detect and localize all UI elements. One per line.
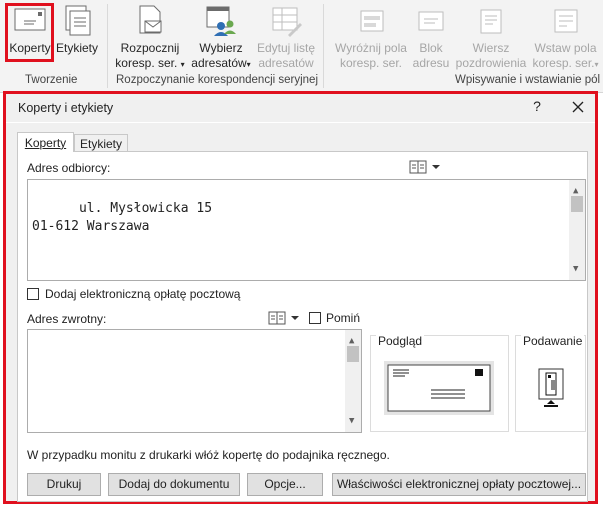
- insert-field-label-2: koresp. ser.: [532, 56, 595, 70]
- epostage-checkbox-label: Dodaj elektroniczną opłatę pocztową: [45, 287, 241, 301]
- options-button-label: Opcje...: [264, 477, 306, 491]
- group-separator: [323, 4, 324, 88]
- scrollbar-thumb[interactable]: [571, 196, 583, 212]
- add-to-document-label: Dodaj do dokumentu: [118, 477, 230, 491]
- address-block-label-2: adresu: [412, 56, 450, 70]
- group-label-insert-fields: Wpisywanie i wstawianie pól: [455, 74, 601, 86]
- select-recipients-button[interactable]: Wybierz adresatów▾: [189, 3, 253, 71]
- labels-ribbon-label: Etykiety: [55, 41, 98, 55]
- print-button[interactable]: Drukuj: [27, 473, 101, 496]
- print-button-label: Drukuj: [46, 477, 82, 491]
- select-recipients-label-2: adresatów: [191, 56, 247, 70]
- envelope-preview-icon: [384, 361, 494, 415]
- greeting-line-label-2: pozdrowienia: [455, 56, 527, 70]
- envelopes-panel: Adres odbiorcy: ul. Mysłowicka 15 01-612…: [17, 151, 588, 502]
- start-mail-merge-button[interactable]: Rozpocznij koresp. ser. ▾: [112, 3, 188, 71]
- edit-recipient-list-button[interactable]: Edytuj listę adresatów: [254, 3, 318, 71]
- dropdown-arrow-icon: ▾: [246, 60, 251, 69]
- delivery-address-scrollbar[interactable]: ▲ ▼: [569, 180, 585, 280]
- select-recipients-label-1: Wybierz: [199, 41, 243, 55]
- greeting-line-button[interactable]: Wiersz pozdrowienia: [452, 3, 530, 71]
- start-mail-merge-label-2: koresp. ser.: [115, 56, 178, 70]
- scrollbar-thumb[interactable]: [347, 346, 359, 362]
- preview-label: Podgląd: [376, 334, 425, 348]
- options-button[interactable]: Opcje...: [247, 473, 323, 496]
- feed-group[interactable]: Podawanie: [515, 334, 586, 432]
- return-address-input[interactable]: ▲ ▼: [27, 329, 362, 433]
- delivery-address-label: Adres odbiorcy:: [27, 161, 111, 175]
- dropdown-arrow-icon: ▾: [594, 60, 599, 69]
- edit-list-label-1: Edytuj listę: [256, 41, 316, 55]
- address-book-icon: [409, 160, 440, 174]
- address-block-icon: [418, 11, 444, 31]
- group-label-create: Tworzenie: [25, 74, 78, 86]
- add-to-document-button[interactable]: Dodaj do dokumentu: [108, 473, 240, 496]
- return-address-book-button[interactable]: [268, 310, 302, 326]
- dropdown-arrow-icon: ▾: [180, 60, 185, 69]
- greeting-line-icon: [480, 9, 502, 34]
- delivery-address-input[interactable]: ul. Mysłowicka 15 01-612 Warszawa ▲ ▼: [27, 179, 586, 281]
- scroll-down-icon: ▼: [349, 416, 355, 426]
- preview-group[interactable]: Podgląd: [370, 334, 509, 432]
- envelopes-highlight: [5, 3, 54, 62]
- address-book-button[interactable]: [409, 159, 443, 175]
- feed-label: Podawanie: [521, 334, 585, 348]
- omit-checkbox-label: Pomiń: [326, 311, 361, 325]
- scroll-down-icon: ▼: [573, 264, 579, 274]
- title-divider: [6, 122, 595, 123]
- envelopes-labels-dialog: Koperty i etykiety ? Koperty Etykiety Ad…: [3, 91, 598, 504]
- epostage-checkbox[interactable]: [27, 288, 39, 300]
- insert-field-icon: [554, 9, 578, 33]
- greeting-line-label-1: Wiersz: [472, 41, 510, 55]
- envelope-feed-icon: [538, 368, 564, 407]
- tab-envelopes-label: Koperty: [24, 136, 67, 150]
- omit-checkbox[interactable]: [309, 312, 321, 324]
- highlight-fields-icon: [360, 10, 384, 32]
- delivery-address-text: ul. Mysłowicka 15 01-612 Warszawa: [32, 201, 213, 234]
- group-separator: [107, 4, 108, 88]
- select-recipients-icon: [206, 6, 236, 36]
- labels-ribbon-button[interactable]: Etykiety: [54, 3, 100, 62]
- edit-list-label-2: adresatów: [258, 56, 314, 70]
- return-address-label: Adres zwrotny:: [27, 312, 107, 326]
- close-icon: [572, 101, 584, 113]
- tab-labels-label: Etykiety: [79, 137, 122, 151]
- epostage-properties-label: Właściwości elektronicznej opłaty poczto…: [336, 477, 582, 491]
- help-button[interactable]: ?: [528, 98, 546, 116]
- highlight-merge-fields-button[interactable]: Wyróżnij pola koresp. ser.: [330, 3, 412, 71]
- labels-icon: [65, 5, 91, 36]
- highlight-fields-label-1: Wyróżnij pola: [335, 41, 407, 55]
- start-mail-merge-label-1: Rozpocznij: [120, 41, 180, 55]
- insert-field-label-1: Wstaw pola: [534, 41, 597, 55]
- address-block-button[interactable]: Blok adresu: [410, 3, 452, 71]
- tab-envelopes[interactable]: Koperty: [17, 132, 74, 152]
- ribbon: Koperty Etykiety Tworzenie Rozpocznij ko…: [0, 0, 603, 93]
- return-address-scrollbar[interactable]: ▲ ▼: [345, 330, 361, 432]
- group-label-mail-merge: Rozpoczynanie korespondencji seryjnej: [116, 74, 319, 86]
- close-button[interactable]: [567, 96, 589, 118]
- address-book-icon: [268, 311, 299, 325]
- tab-labels[interactable]: Etykiety: [74, 134, 128, 152]
- feed-instruction-text: W przypadku monitu z drukarki włóż koper…: [27, 448, 390, 462]
- address-block-label-1: Blok: [419, 41, 443, 55]
- edit-list-icon: [272, 7, 302, 37]
- start-mail-merge-icon: [139, 5, 162, 34]
- insert-merge-field-button[interactable]: Wstaw pola koresp. ser.▾: [528, 3, 603, 71]
- dialog-title: Koperty i etykiety: [18, 101, 114, 115]
- highlight-fields-label-2: koresp. ser.: [339, 56, 403, 70]
- epostage-properties-button[interactable]: Właściwości elektronicznej opłaty poczto…: [332, 473, 586, 496]
